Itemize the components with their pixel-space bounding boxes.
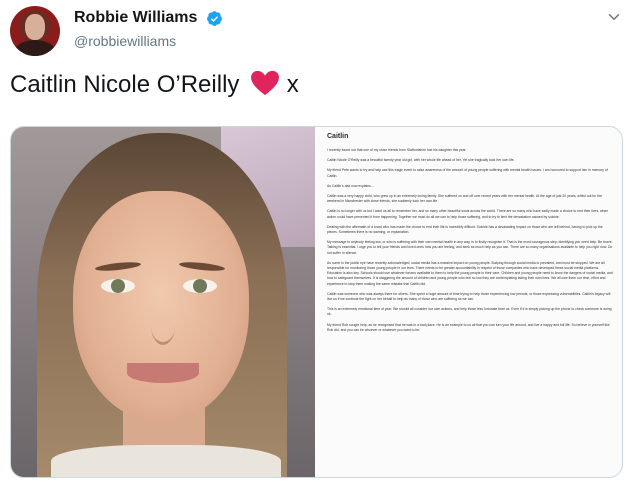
photo-right-eye [183,279,217,293]
document-paragraph: I recently found out that one of my clos… [327,148,467,152]
red-heart-icon [251,70,280,96]
avatar-shoulders [15,40,55,56]
document-paragraph: This is an extremely emotional time of y… [327,307,612,317]
verified-badge-icon [206,10,222,26]
avatar-face [25,14,45,40]
document-paragraph: My friend Pete wants to try and help use… [327,168,608,178]
tweet-body: Caitlin Nicole O’Reilly [10,71,240,98]
photo-portrait[interactable] [11,127,315,477]
tweet-text: Caitlin Nicole O’Reilly x [10,70,299,99]
document-paragraph: As Caitlin's dad now explains... [327,183,374,188]
tweet-header: Robbie Williams @robbiewilliams [10,6,623,62]
document-paragraph: As some in the public eye have recently … [327,260,613,286]
photo-face [73,191,249,421]
photo-left-eye [101,279,135,293]
document-paragraph: Caitlin is no longer with us but I want … [327,209,609,219]
photo-nose [151,307,175,345]
document-paragraph: My friend Rob sought help, as he recogni… [327,322,610,332]
document-paragraph: Dealing with the aftermath of a loved wh… [327,224,603,235]
avatar[interactable] [10,6,60,56]
document-paragraph: Caitlin was someone who was always there… [327,291,611,302]
document-paragraph: Caitlin was a very happy child, who grew… [327,194,602,204]
author-display-name[interactable]: Robbie Williams [74,9,197,27]
tweet-suffix: x [286,71,299,98]
statement-document[interactable]: Caitlin I recently found out that one of… [315,127,622,477]
photo-shirt [51,445,281,477]
document-paragraph: Caitlin Nicole O'Reilly was a beautiful … [327,158,515,163]
document-title: Caitlin [327,133,349,140]
author-handle[interactable]: @robbiewilliams [74,33,223,49]
tweet-media[interactable]: Caitlin I recently found out that one of… [10,126,623,478]
chevron-down-icon[interactable] [605,8,623,26]
author-block: Robbie Williams @robbiewilliams [74,9,223,49]
document-paragraph: My message to anybody feeling low, or wh… [327,240,613,255]
photo-mouth [127,363,199,383]
